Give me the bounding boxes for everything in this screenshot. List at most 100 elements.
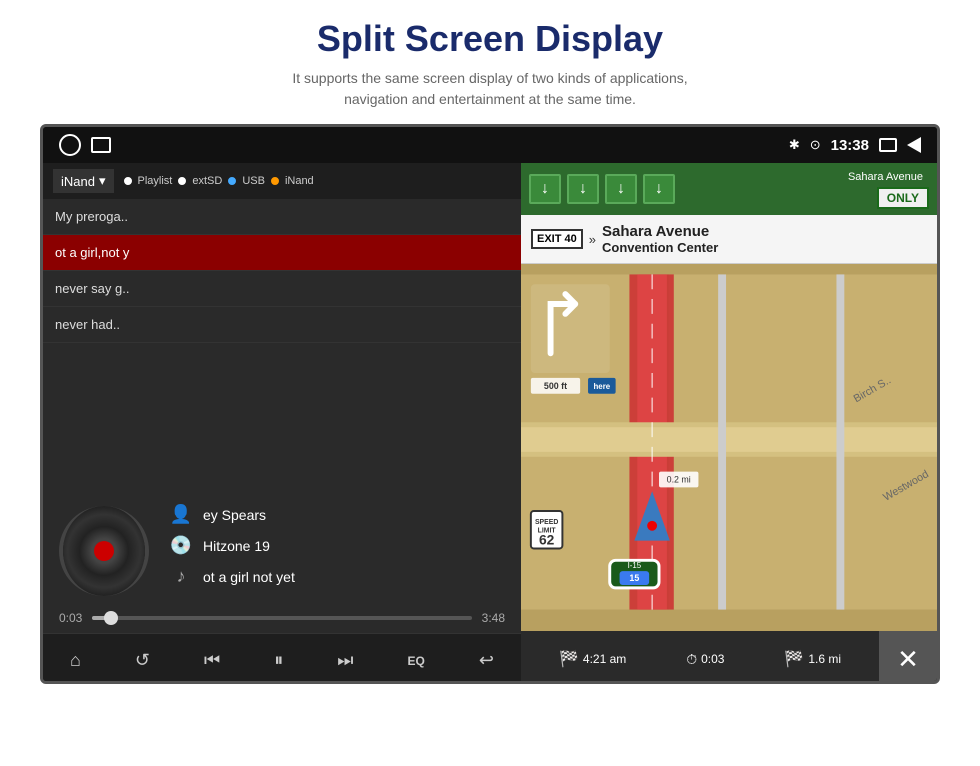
artist-icon: 👤 [169, 504, 193, 525]
street-signs: Sahara Avenue ONLY [842, 169, 929, 209]
inand-radio-icon [271, 177, 279, 185]
sahara-sign: Sahara Avenue [842, 169, 929, 185]
nav-distance: 1.6 mi [808, 652, 841, 666]
svg-text:500 ft: 500 ft [544, 381, 567, 391]
svg-text:I-15: I-15 [628, 561, 642, 570]
inand-label: iNand [285, 175, 314, 187]
list-item[interactable]: never had.. [43, 307, 521, 343]
svg-text:SPEED: SPEED [535, 519, 558, 526]
close-nav-button[interactable]: ✕ [879, 631, 937, 684]
list-item-active[interactable]: ot a girl,not y [43, 235, 521, 271]
exit-arrow-icon: » [589, 232, 596, 247]
source-options: Playlist extSD USB iNand [124, 175, 314, 187]
status-left [59, 134, 111, 156]
flag-end-icon: 🏁 [784, 649, 804, 669]
exit-bar: EXIT 40 » Sahara Avenue Convention Cente… [521, 215, 937, 264]
flag-start-icon: 🏁 [559, 649, 579, 669]
list-item[interactable]: never say g.. [43, 271, 521, 307]
source-bar: iNand ▾ Playlist extSD USB iNand [43, 163, 521, 199]
prev-button[interactable]: ⏮ [194, 644, 230, 677]
nav-header: ↓ ↓ ↓ ↓ Sahara Avenue ONLY EXIT 40 » [521, 163, 937, 264]
status-time: 13:38 [831, 137, 869, 154]
track-icon: ♪ [169, 566, 193, 587]
direction-arrows: ↓ ↓ ↓ ↓ [529, 174, 675, 204]
navigation-panel: ↓ ↓ ↓ ↓ Sahara Avenue ONLY EXIT 40 » [521, 163, 937, 684]
source-dropdown[interactable]: iNand ▾ [53, 169, 114, 193]
progress-area: 0:03 3:48 [43, 605, 521, 633]
arrow-sign-3: ↓ [605, 174, 637, 204]
device-frame: ✱ ⊙ 13:38 iNand ▾ Playlist extSD [40, 124, 940, 684]
bluetooth-icon: ✱ [789, 137, 800, 153]
map-area: 500 ft here 0.2 mi SPEED LIM [521, 253, 937, 631]
nav-bottom-bar: 🏁 4:21 am ⏱ 0:03 🏁 1.6 mi ✕ [521, 631, 937, 684]
play-pause-button[interactable]: ⏸ [264, 644, 293, 677]
playlist: My preroga.. ot a girl,not y never say g… [43, 199, 521, 490]
repeat-button[interactable]: ↺ [125, 644, 160, 677]
back-button[interactable]: ↩ [469, 644, 504, 677]
artist-row: 👤 ey Spears [169, 504, 505, 525]
status-bar: ✱ ⊙ 13:38 [43, 127, 937, 163]
playlist-radio-icon [124, 177, 132, 185]
exit-streets: Sahara Avenue Convention Center [602, 223, 718, 255]
artist-name: ey Spears [203, 507, 266, 523]
arrow-sign-1: ↓ [529, 174, 561, 204]
svg-text:15: 15 [629, 573, 639, 583]
arrow-sign-4: ↓ [643, 174, 675, 204]
svg-text:0.2 mi: 0.2 mi [667, 474, 691, 484]
home-button[interactable]: ⌂ [60, 644, 91, 677]
album-art-inner [63, 506, 145, 596]
time-elapsed: 0:03 [59, 611, 82, 625]
duration-time: 0:03 [701, 652, 724, 666]
extsd-radio-icon [178, 177, 186, 185]
eta-time: 4:21 am [583, 652, 626, 666]
map-svg: 500 ft here 0.2 mi SPEED LIM [521, 253, 937, 631]
sub-street: Convention Center [602, 240, 718, 255]
duration-box: ⏱ 0:03 [686, 651, 724, 668]
time-total: 3:48 [482, 611, 505, 625]
album-row: 💿 Hitzone 19 [169, 535, 505, 556]
source-label: iNand [61, 174, 95, 189]
eta-box: 🏁 4:21 am [559, 649, 626, 669]
now-playing: 👤 ey Spears 💿 Hitzone 19 ♪ ot a girl not… [43, 490, 521, 605]
extsd-label: extSD [192, 175, 222, 187]
list-item[interactable]: My preroga.. [43, 199, 521, 235]
status-right: ✱ ⊙ 13:38 [789, 137, 921, 154]
playlist-label: Playlist [138, 175, 173, 187]
page-title: Split Screen Display [20, 18, 960, 60]
track-name: ot a girl not yet [203, 569, 295, 585]
vinyl-center [94, 541, 114, 561]
track-info: 👤 ey Spears 💿 Hitzone 19 ♪ ot a girl not… [169, 504, 505, 597]
eq-button[interactable]: EQ [397, 648, 434, 674]
music-panel: iNand ▾ Playlist extSD USB iNand My prer… [43, 163, 521, 684]
battery-icon [879, 138, 897, 152]
dropdown-arrow-icon: ▾ [99, 173, 106, 189]
album-icon: 💿 [169, 535, 193, 556]
main-street: Sahara Avenue [602, 223, 718, 240]
page-subtitle: It supports the same screen display of t… [20, 68, 960, 110]
usb-radio-icon [228, 177, 236, 185]
image-icon [91, 137, 111, 153]
svg-text:62: 62 [539, 533, 555, 548]
album-art [59, 506, 149, 596]
back-icon [907, 137, 921, 153]
usb-label: USB [242, 175, 265, 187]
arrow-sign-2: ↓ [567, 174, 599, 204]
split-area: iNand ▾ Playlist extSD USB iNand My prer… [43, 163, 937, 684]
progress-bar[interactable] [92, 616, 471, 620]
playback-controls: ⌂ ↺ ⏮ ⏸ ⏭ EQ ↩ [43, 633, 521, 684]
only-sign: ONLY [877, 187, 929, 209]
circle-icon [59, 134, 81, 156]
nav-signs-bar: ↓ ↓ ↓ ↓ Sahara Avenue ONLY [521, 163, 937, 215]
page-header: Split Screen Display It supports the sam… [0, 0, 980, 124]
clock-icon: ⏱ [686, 651, 697, 668]
next-button[interactable]: ⏭ [327, 644, 363, 677]
location-icon: ⊙ [810, 137, 821, 153]
progress-bar-wrap: 0:03 3:48 [59, 611, 505, 625]
svg-text:here: here [594, 382, 611, 391]
progress-thumb [104, 611, 118, 625]
exit-info: EXIT 40 » Sahara Avenue Convention Cente… [531, 223, 927, 255]
track-row: ♪ ot a girl not yet [169, 566, 505, 587]
album-name: Hitzone 19 [203, 538, 270, 554]
nav-info-area: 🏁 4:21 am ⏱ 0:03 🏁 1.6 mi [521, 649, 879, 669]
exit-badge: EXIT 40 [531, 229, 583, 249]
